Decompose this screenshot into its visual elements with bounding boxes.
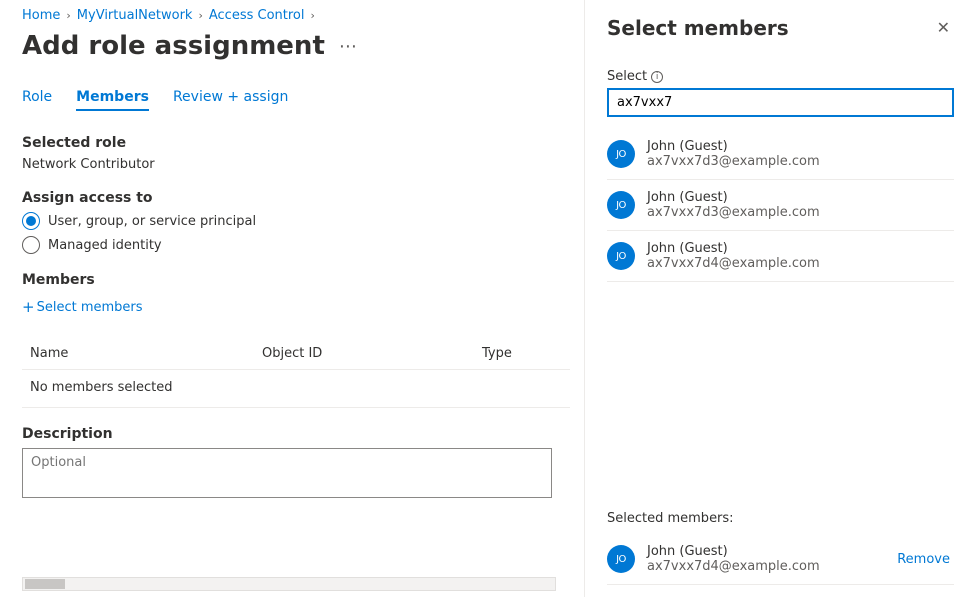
selected-role-value: Network Contributor (22, 157, 570, 172)
selected-email: ax7vxx7d4@example.com (647, 559, 820, 574)
chevron-right-icon: › (198, 9, 202, 22)
more-actions-button[interactable]: ⋯ (339, 36, 358, 57)
chevron-right-icon: › (311, 9, 315, 22)
select-members-link[interactable]: + Select members (22, 298, 143, 316)
radio-label: Managed identity (48, 238, 162, 253)
col-name: Name (22, 346, 262, 361)
selected-role-label: Selected role (22, 135, 570, 151)
search-result-item[interactable]: JO John (Guest) ax7vxx7d4@example.com (607, 231, 954, 282)
description-label: Description (22, 426, 570, 442)
select-members-panel: Select members ✕ Select i JO John (Guest… (584, 0, 972, 597)
avatar: JO (607, 242, 635, 270)
info-icon[interactable]: i (651, 71, 663, 83)
horizontal-scrollbar[interactable] (22, 577, 556, 591)
breadcrumb-accesscontrol[interactable]: Access Control (209, 8, 305, 23)
col-type: Type (482, 346, 570, 361)
search-result-item[interactable]: JO John (Guest) ax7vxx7d3@example.com (607, 180, 954, 231)
select-field-label: Select i (607, 69, 954, 84)
result-email: ax7vxx7d3@example.com (647, 154, 820, 169)
tab-members[interactable]: Members (76, 89, 149, 111)
panel-title: Select members (607, 16, 789, 40)
select-members-text: Select members (37, 300, 143, 315)
radio-icon (22, 212, 40, 230)
tab-review[interactable]: Review + assign (173, 89, 288, 111)
select-label-text: Select (607, 69, 647, 84)
members-label: Members (22, 272, 570, 288)
selected-members-label: Selected members: (607, 511, 954, 526)
col-object-id: Object ID (262, 346, 482, 361)
description-input[interactable] (22, 448, 552, 498)
tabs: Role Members Review + assign (22, 89, 570, 111)
result-name: John (Guest) (647, 241, 820, 256)
members-table-header: Name Object ID Type (22, 338, 570, 370)
search-results: JO John (Guest) ax7vxx7d3@example.com JO… (607, 129, 954, 282)
remove-member-link[interactable]: Remove (897, 552, 954, 567)
plus-icon: + (22, 298, 35, 316)
breadcrumb-vnet[interactable]: MyVirtualNetwork (77, 8, 193, 23)
radio-user-group-sp[interactable]: User, group, or service principal (22, 212, 570, 230)
radio-icon (22, 236, 40, 254)
members-empty-row: No members selected (22, 370, 570, 408)
selected-name: John (Guest) (647, 544, 820, 559)
selected-member-item: JO John (Guest) ax7vxx7d4@example.com Re… (607, 534, 954, 585)
result-name: John (Guest) (647, 190, 820, 205)
radio-label: User, group, or service principal (48, 214, 256, 229)
avatar: JO (607, 191, 635, 219)
scrollbar-thumb[interactable] (25, 579, 65, 589)
page-title: Add role assignment (22, 31, 325, 61)
result-email: ax7vxx7d4@example.com (647, 256, 820, 271)
chevron-right-icon: › (66, 9, 70, 22)
result-email: ax7vxx7d3@example.com (647, 205, 820, 220)
assign-access-label: Assign access to (22, 190, 570, 206)
member-search-input[interactable] (607, 88, 954, 117)
tab-role[interactable]: Role (22, 89, 52, 111)
close-icon[interactable]: ✕ (933, 14, 954, 41)
breadcrumb: Home › MyVirtualNetwork › Access Control… (22, 8, 570, 23)
avatar: JO (607, 545, 635, 573)
radio-managed-identity[interactable]: Managed identity (22, 236, 570, 254)
avatar: JO (607, 140, 635, 168)
search-result-item[interactable]: JO John (Guest) ax7vxx7d3@example.com (607, 129, 954, 180)
result-name: John (Guest) (647, 139, 820, 154)
breadcrumb-home[interactable]: Home (22, 8, 60, 23)
